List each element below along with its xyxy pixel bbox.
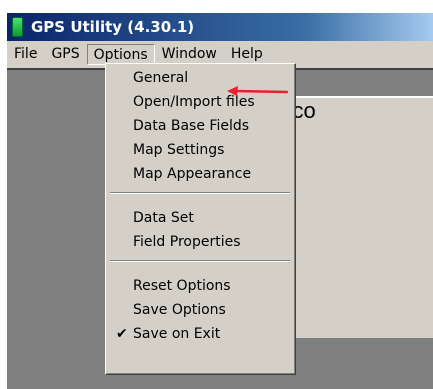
menu-item-data-base-fields[interactable]: Data Base Fields	[106, 114, 295, 138]
menu-item-save-options[interactable]: Save Options	[106, 298, 295, 322]
options-dropdown-menu: General Open/Import files Data Base Fiel…	[105, 63, 296, 375]
menu-item-reset-options[interactable]: Reset Options	[106, 274, 295, 298]
menu-bar: File GPS Options Window Help	[7, 43, 433, 65]
menu-options[interactable]: Options	[86, 43, 155, 65]
menu-window[interactable]: Window	[155, 44, 224, 64]
menu-file[interactable]: File	[7, 44, 44, 64]
window-title: GPS Utility (4.30.1)	[31, 18, 195, 36]
app-window: GPS Utility (4.30.1) File GPS Options Wi…	[7, 13, 433, 389]
menu-item-field-properties[interactable]: Field Properties	[106, 230, 295, 254]
menu-item-save-on-exit[interactable]: ✔ Save on Exit	[106, 322, 295, 346]
menu-item-map-appearance[interactable]: Map Appearance	[106, 162, 295, 186]
menu-item-map-settings[interactable]: Map Settings	[106, 138, 295, 162]
menu-separator	[110, 192, 290, 194]
checkmark-icon: ✔	[116, 326, 128, 342]
title-bar[interactable]: GPS Utility (4.30.1)	[7, 13, 433, 41]
menu-help[interactable]: Help	[224, 44, 270, 64]
menu-gps[interactable]: GPS	[44, 44, 86, 64]
menu-item-save-on-exit-label: Save on Exit	[133, 326, 221, 342]
red-arrow-annotation-icon	[227, 86, 289, 96]
menu-item-data-set[interactable]: Data Set	[106, 206, 295, 230]
menu-separator	[110, 260, 290, 262]
gps-app-icon	[12, 17, 23, 37]
